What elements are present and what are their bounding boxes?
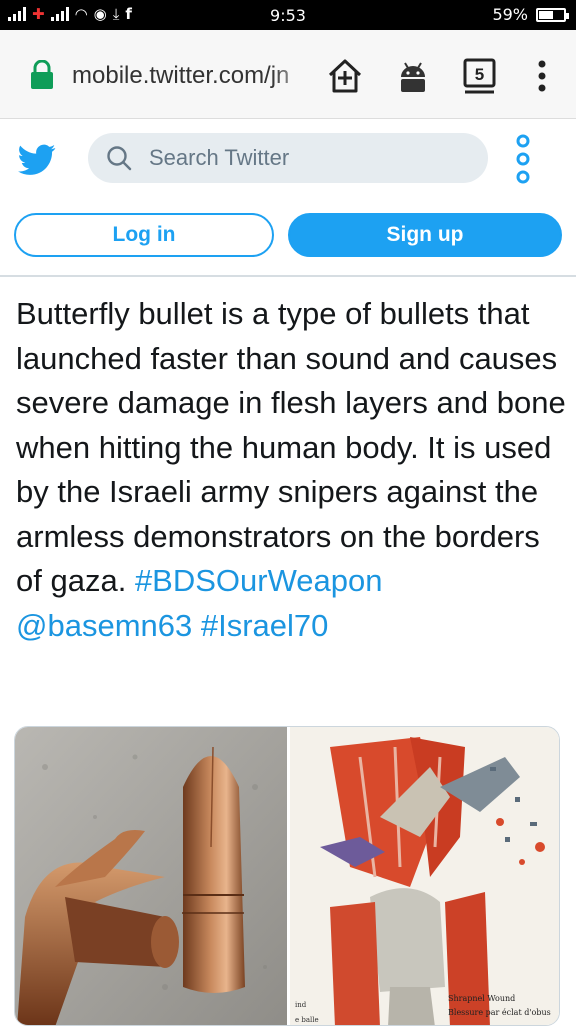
twitter-logo-icon[interactable] — [18, 143, 56, 177]
url-text: mobile.twitter.com/jn — [72, 62, 290, 89]
status-icons-right: 59% — [492, 5, 569, 24]
anatomy-caption-french: Blessure par éclat d'obus — [448, 1008, 551, 1017]
mention-link[interactable]: @basemn63 — [16, 608, 192, 643]
search-placeholder: Search Twitter — [149, 145, 290, 170]
home-icon[interactable] — [325, 56, 365, 96]
anatomy-illustration[interactable]: ind e balle — [290, 727, 560, 1026]
status-bar: ✚ ◠ ◉ ⤓ f 9:53 59% — [0, 0, 576, 30]
tab-count: 5 — [475, 65, 484, 84]
svg-text:ind: ind — [295, 1001, 307, 1009]
hashtag-link-2[interactable]: #Israel70 — [201, 608, 329, 643]
tweet-media[interactable]: ind e balle — [14, 726, 560, 1026]
android-icon[interactable] — [393, 56, 433, 96]
more-options-icon[interactable] — [508, 133, 538, 187]
login-button[interactable]: Log in — [14, 213, 274, 257]
anatomy-caption-english: Shrapnel Wound — [448, 994, 516, 1003]
browser-menu-icon[interactable] — [528, 56, 556, 96]
twitter-header: Search Twitter Log in Sign up — [0, 119, 576, 277]
browser-toolbar: mobile.twitter.com/jn 5 — [0, 30, 576, 119]
search-icon — [107, 146, 132, 171]
battery-icon — [536, 7, 569, 22]
lock-icon — [31, 60, 53, 89]
tweet-text: Butterfly bullet is a type of bullets th… — [16, 292, 566, 648]
svg-text:e balle: e balle — [295, 1016, 319, 1024]
tab-switcher-icon[interactable]: 5 — [460, 56, 500, 96]
hashtag-link[interactable]: #BDSOurWeapon — [135, 563, 383, 598]
tweet-body: Butterfly bullet is a type of bullets th… — [16, 296, 566, 598]
battery-percent: 59% — [492, 5, 528, 24]
status-time: 9:53 — [270, 6, 306, 25]
bullet-photo[interactable] — [15, 727, 287, 1026]
url-field[interactable]: mobile.twitter.com/jn — [72, 59, 312, 93]
search-input[interactable]: Search Twitter — [88, 133, 488, 183]
signup-button[interactable]: Sign up — [288, 213, 562, 257]
